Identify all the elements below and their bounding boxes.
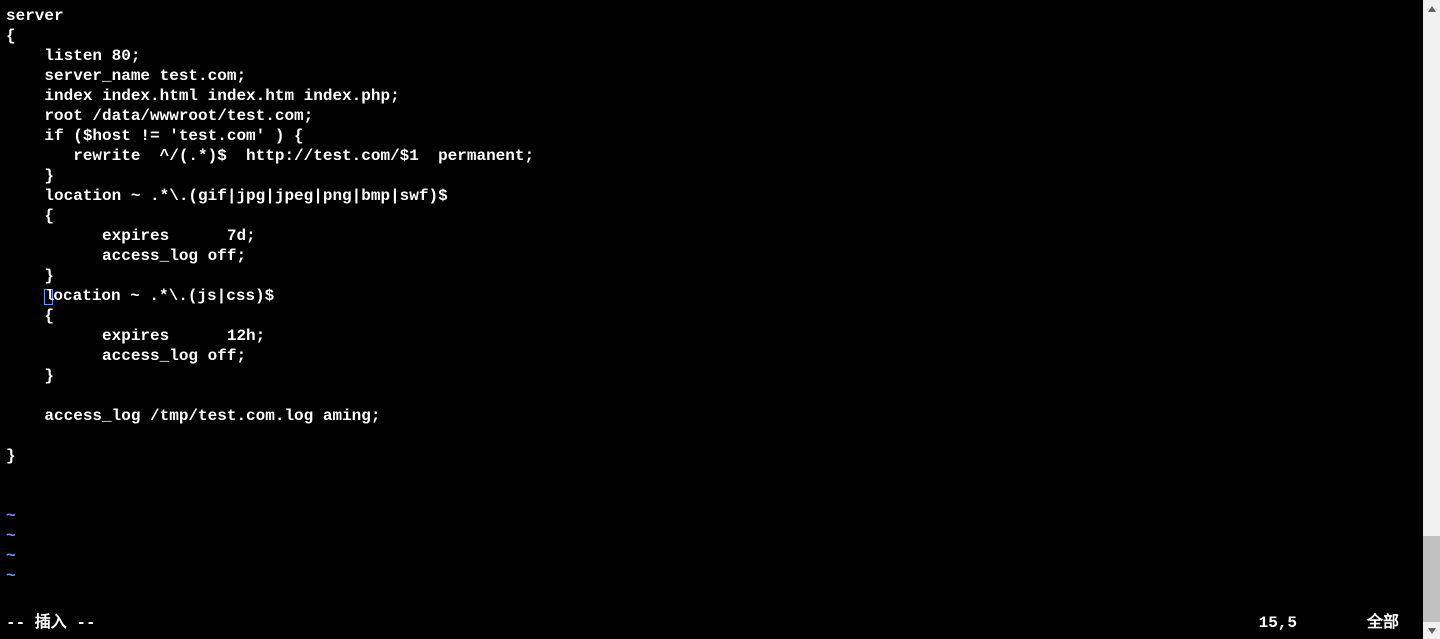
code-line[interactable]: access_log /tmp/test.com.log aming; [6,406,1423,426]
scrollbar-thumb[interactable] [1423,536,1440,622]
status-position: 15,5 [1259,613,1297,633]
code-line[interactable]: server_name test.com; [6,66,1423,86]
code-line[interactable]: } [6,366,1423,386]
code-line[interactable]: { [6,306,1423,326]
code-line[interactable]: expires 12h; [6,326,1423,346]
status-mode: -- 插入 -- [6,613,96,633]
code-line[interactable]: expires 7d; [6,226,1423,246]
scrollbar-arrow-up-icon[interactable] [1423,0,1440,17]
code-line[interactable]: location ~ .*\.(gif|jpg|jpeg|png|bmp|swf… [6,186,1423,206]
cursor: l [44,289,53,305]
empty-line-tilde: ~ [6,526,1423,546]
code-line[interactable]: rewrite ^/(.*)$ http://test.com/$1 perma… [6,146,1423,166]
code-line[interactable]: listen 80; [6,46,1423,66]
code-line[interactable]: access_log off; [6,346,1423,366]
empty-line-tilde: ~ [6,546,1423,566]
code-line[interactable]: } [6,266,1423,286]
code-line[interactable]: location ~ .*\.(js|css)$ [6,286,1423,306]
status-percent: 全部 [1367,613,1399,633]
status-bar: -- 插入 -- 15,5 全部 [6,613,1417,633]
code-line[interactable] [6,486,1423,506]
scrollbar-track[interactable] [1423,0,1440,639]
code-line[interactable]: { [6,206,1423,226]
code-line[interactable]: index index.html index.htm index.php; [6,86,1423,106]
code-line[interactable] [6,466,1423,486]
empty-line-tilde: ~ [6,506,1423,526]
code-line[interactable]: } [6,446,1423,466]
code-line[interactable]: { [6,26,1423,46]
code-line[interactable]: } [6,166,1423,186]
editor-content[interactable]: server{ listen 80; server_name test.com;… [0,0,1423,586]
code-line[interactable]: access_log off; [6,246,1423,266]
code-line[interactable] [6,426,1423,446]
editor-container: server{ listen 80; server_name test.com;… [0,0,1423,639]
scrollbar-arrow-down-icon[interactable] [1423,622,1440,639]
empty-line-tilde: ~ [6,566,1423,586]
code-line[interactable]: server [6,6,1423,26]
code-line[interactable]: root /data/wwwroot/test.com; [6,106,1423,126]
code-line[interactable] [6,386,1423,406]
code-line[interactable]: if ($host != 'test.com' ) { [6,126,1423,146]
